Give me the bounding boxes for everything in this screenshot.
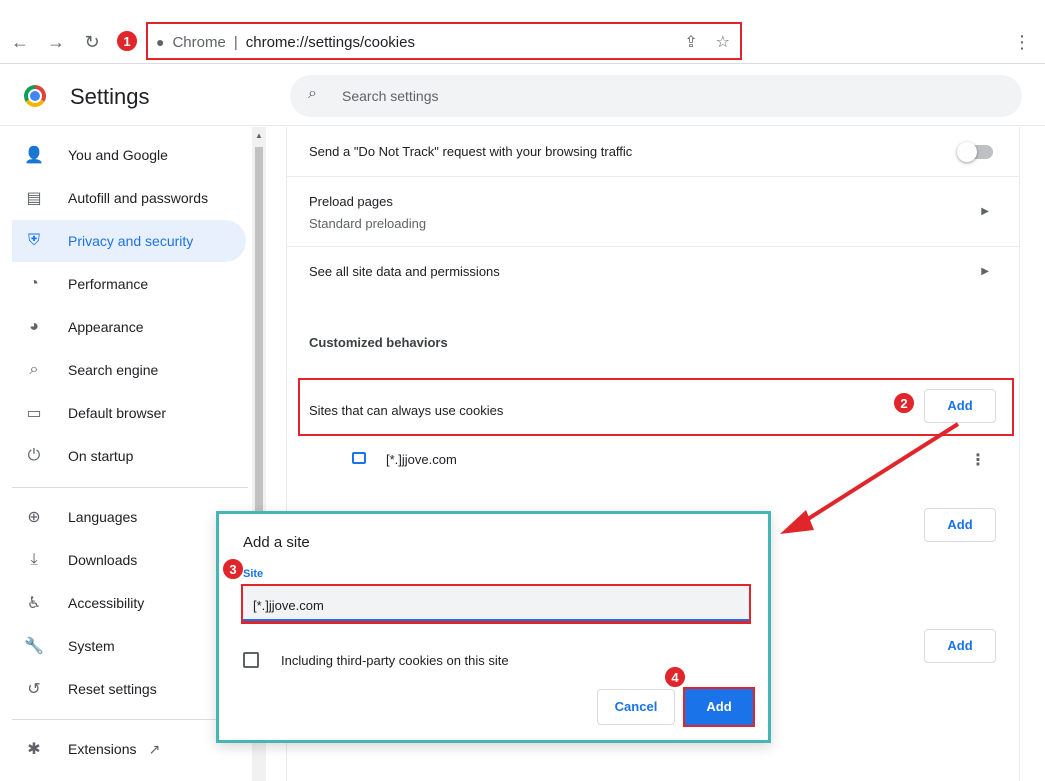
sidebar-item-performance[interactable]: ◔ Performance	[12, 263, 246, 305]
step-badge-4: 4	[664, 666, 686, 688]
step-badge-2: 2	[893, 392, 915, 414]
more-actions-icon[interactable]: ⋮	[970, 450, 986, 470]
puzzle-icon: ✱	[27, 741, 41, 758]
sidebar-item-languages[interactable]: ⊕ Languages	[12, 496, 246, 538]
address-bar[interactable]: ● Chrome | chrome://settings/cookies ⇪ ☆	[146, 22, 742, 60]
site-comment-icon	[352, 452, 366, 464]
sidebar-item-label: Performance	[68, 276, 149, 292]
preload-pages-row[interactable]: Preload pages Standard preloading ▶	[287, 177, 1019, 247]
step-badge-1: 1	[116, 30, 138, 52]
sidebar-item-label: Privacy and security	[68, 233, 194, 249]
site-field-label: Site	[243, 568, 264, 580]
sidebar-item-autofill[interactable]: ▤ Autofill and passwords	[12, 177, 246, 219]
sidebar-item-label: Extensions	[68, 741, 137, 757]
bookmark-star-icon[interactable]: ☆	[716, 32, 730, 52]
search-icon: ⌕	[29, 361, 39, 378]
third-party-cookies-checkbox[interactable]	[243, 652, 259, 668]
preload-pages-label: Preload pages	[309, 194, 393, 209]
wrench-icon: 🔧	[24, 638, 44, 655]
site-data-row[interactable]: See all site data and permissions ▶	[287, 247, 1019, 297]
download-icon: ⤓	[30, 551, 38, 568]
external-link-icon: ↗	[148, 740, 161, 757]
reset-icon: ↺	[27, 681, 41, 698]
customized-behaviors-heading: Customized behaviors	[309, 335, 448, 350]
search-settings-input[interactable]: ⌕ Search settings	[290, 75, 1022, 117]
site-name: Chrome	[172, 33, 226, 51]
add-always-cookies-button[interactable]: Add	[924, 389, 996, 423]
scroll-thumb[interactable]	[255, 147, 263, 527]
sidebar-item-search-engine[interactable]: ⌕ Search engine	[12, 349, 246, 391]
sidebar-item-downloads[interactable]: ⤓ Downloads	[12, 539, 246, 581]
chevron-right-icon: ▶	[981, 206, 989, 217]
power-icon: ⏻	[27, 447, 41, 464]
person-icon: 👤	[24, 147, 44, 164]
third-party-cookies-label: Including third-party cookies on this si…	[281, 653, 509, 668]
url-text[interactable]: chrome://settings/cookies	[246, 34, 415, 51]
sidebar-item-default-browser[interactable]: ▭ Default browser	[12, 392, 246, 434]
page-title: Settings	[70, 84, 150, 109]
site-input[interactable]: [*.]jjove.com	[241, 584, 751, 624]
sidebar-item-label: Autofill and passwords	[68, 190, 209, 206]
site-entry-text: [*.]jjove.com	[386, 452, 457, 467]
search-placeholder: Search settings	[342, 88, 439, 104]
search-icon: ⌕	[308, 85, 317, 102]
step-badge-3: 3	[222, 558, 244, 580]
globe-icon: ⊕	[27, 509, 41, 526]
forward-icon[interactable]: →	[44, 30, 68, 54]
do-not-track-row[interactable]: Send a "Do Not Track" request with your …	[287, 127, 1019, 177]
back-icon[interactable]: ←	[8, 30, 32, 54]
sidebar-item-label: On startup	[68, 448, 134, 464]
sidebar-item-system[interactable]: 🔧 System	[12, 625, 246, 667]
shield-icon: ⛨	[27, 232, 40, 249]
sidebar-item-reset[interactable]: ↺ Reset settings	[12, 668, 246, 710]
sidebar-item-extensions[interactable]: ✱ Extensions ↗	[12, 728, 246, 770]
sidebar: 👤 You and Google ▤ Autofill and password…	[0, 127, 252, 781]
browser-toolbar: ← → ↻ 1 ● Chrome | chrome://settings/coo…	[0, 0, 1045, 64]
sidebar-item-label: Languages	[68, 509, 138, 525]
sidebar-item-on-startup[interactable]: ⏻ On startup	[12, 435, 246, 477]
sidebar-item-label: Accessibility	[68, 595, 145, 611]
palette-icon: ◕	[29, 318, 39, 335]
chrome-site-icon: ●	[156, 34, 165, 50]
site-input-value[interactable]: [*.]jjove.com	[253, 598, 324, 613]
add-clear-on-exit-button[interactable]: Add	[924, 508, 996, 542]
browser-icon: ▭	[26, 405, 42, 422]
sidebar-item-label: System	[68, 638, 115, 654]
menu-kebab-icon[interactable]: ⋮	[1010, 30, 1034, 54]
do-not-track-toggle[interactable]	[957, 142, 993, 162]
sidebar-item-label: Appearance	[68, 319, 144, 335]
sidebar-item-privacy[interactable]: ⛨ Privacy and security	[12, 220, 246, 262]
cancel-button[interactable]: Cancel	[597, 689, 675, 725]
input-focus-underline	[243, 619, 749, 621]
omnibox-separator: |	[233, 33, 238, 51]
sidebar-item-label: Default browser	[68, 405, 167, 421]
settings-header: Settings ⌕ Search settings	[0, 64, 1045, 126]
gauge-icon: ◔	[29, 275, 39, 292]
sidebar-item-label: Search engine	[68, 362, 159, 378]
add-site-confirm-button[interactable]: Add	[683, 687, 755, 727]
do-not-track-label: Send a "Do Not Track" request with your …	[309, 144, 633, 159]
sidebar-item-you-and-google[interactable]: 👤 You and Google	[12, 134, 246, 176]
sidebar-item-accessibility[interactable]: ♿ Accessibility	[12, 582, 246, 624]
accessibility-icon: ♿	[26, 595, 42, 612]
sidebar-item-label: Reset settings	[68, 681, 157, 697]
chevron-right-icon: ▶	[981, 266, 989, 277]
share-icon[interactable]: ⇪	[684, 32, 697, 52]
sidebar-item-appearance[interactable]: ◕ Appearance	[12, 306, 246, 348]
clipboard-icon: ▤	[26, 190, 42, 207]
scroll-up-arrow-icon[interactable]: ▲	[255, 131, 263, 140]
sidebar-divider	[12, 487, 248, 488]
preload-pages-sublabel: Standard preloading	[309, 216, 427, 231]
chrome-logo-icon	[24, 85, 46, 107]
dialog-title: Add a site	[243, 534, 310, 551]
sidebar-item-label: Downloads	[68, 552, 138, 568]
add-site-dialog: Add a site Site 3 [*.]jjove.com Includin…	[216, 511, 771, 743]
site-data-label: See all site data and permissions	[309, 264, 500, 279]
add-never-use-cookies-button[interactable]: Add	[924, 629, 996, 663]
sidebar-item-label: You and Google	[68, 147, 168, 163]
sidebar-divider	[12, 719, 248, 720]
reload-icon[interactable]: ↻	[80, 30, 104, 54]
